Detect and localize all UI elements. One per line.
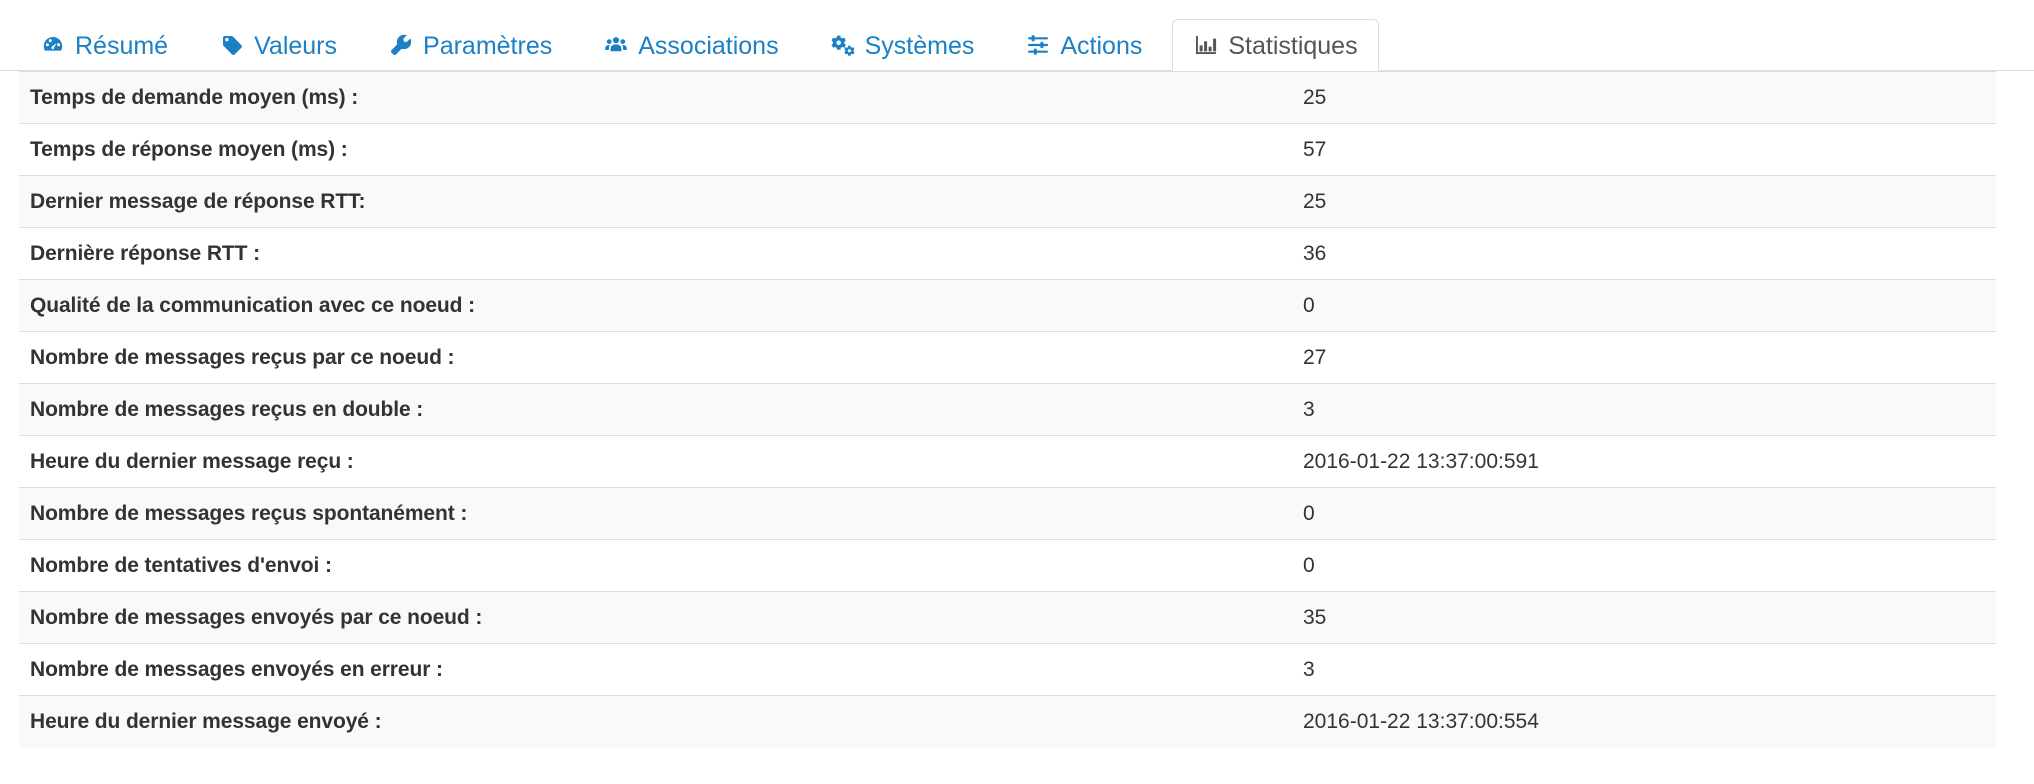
statistics-table-body: Temps de demande moyen (ms) :25 Temps de … xyxy=(19,71,1996,748)
tab-label: Systèmes xyxy=(864,31,975,60)
stat-label: Temps de réponse moyen (ms) : xyxy=(19,123,1292,176)
tab-bar: Résumé Valeurs Paramètres Associations Systè… xyxy=(0,0,2034,71)
sliders-icon xyxy=(1025,32,1051,58)
stat-value: 35 xyxy=(1292,591,1996,644)
table-row: Temps de demande moyen (ms) :25 xyxy=(19,71,1996,124)
table-row: Temps de réponse moyen (ms) :57 xyxy=(19,123,1996,176)
table-row: Dernier message de réponse RTT: 25 xyxy=(19,175,1996,228)
tab-label: Paramètres xyxy=(423,31,553,60)
table-row: Heure du dernier message envoyé :2016-01… xyxy=(19,695,1996,748)
table-row: Nombre de messages envoyés par ce noeud … xyxy=(19,591,1996,644)
tab-label: Résumé xyxy=(75,31,169,60)
stat-value: 3 xyxy=(1292,643,1996,696)
stat-label: Nombre de tentatives d'envoi : xyxy=(19,539,1292,592)
table-row: Nombre de tentatives d'envoi :0 xyxy=(19,539,1996,592)
stat-value: 3 xyxy=(1292,383,1996,436)
stat-label: Nombre de messages reçus spontanément : xyxy=(19,487,1292,540)
stat-value: 25 xyxy=(1292,71,1996,124)
users-icon xyxy=(603,32,629,58)
stat-label: Nombre de messages envoyés par ce noeud … xyxy=(19,591,1292,644)
tab-resume[interactable]: Résumé xyxy=(19,19,189,71)
stat-label: Heure du dernier message envoyé : xyxy=(19,695,1292,748)
cogs-icon xyxy=(830,32,856,58)
stat-value: 27 xyxy=(1292,331,1996,384)
tab-parametres[interactable]: Paramètres xyxy=(367,19,573,71)
table-row: Dernière réponse RTT :36 xyxy=(19,227,1996,280)
tab-label: Statistiques xyxy=(1228,31,1358,60)
stat-label: Nombre de messages envoyés en erreur : xyxy=(19,643,1292,696)
table-row: Nombre de messages envoyés en erreur :3 xyxy=(19,643,1996,696)
table-row: Nombre de messages reçus spontanément :0 xyxy=(19,487,1996,540)
table-row: Heure du dernier message reçu :2016-01-2… xyxy=(19,435,1996,488)
stat-value: 57 xyxy=(1292,123,1996,176)
tab-valeurs[interactable]: Valeurs xyxy=(198,19,358,71)
stat-label: Qualité de la communication avec ce noeu… xyxy=(19,279,1292,332)
tab-statistiques[interactable]: Statistiques xyxy=(1172,19,1379,71)
stat-value: 25 xyxy=(1292,175,1996,228)
stat-value: 0 xyxy=(1292,539,1996,592)
stat-label: Nombre de messages reçus par ce noeud : xyxy=(19,331,1292,384)
bar-chart-icon xyxy=(1193,32,1219,58)
statistics-panel: Temps de demande moyen (ms) :25 Temps de … xyxy=(19,71,1996,748)
dashboard-icon xyxy=(40,32,66,58)
tab-label: Associations xyxy=(638,31,779,60)
stat-value: 0 xyxy=(1292,487,1996,540)
tab-associations[interactable]: Associations xyxy=(582,19,799,71)
stat-value: 36 xyxy=(1292,227,1996,280)
stat-value: 2016-01-22 13:37:00:554 xyxy=(1292,695,1996,748)
tab-label: Valeurs xyxy=(254,31,338,60)
statistics-table: Temps de demande moyen (ms) :25 Temps de … xyxy=(19,71,1996,748)
statistics-page: Résumé Valeurs Paramètres Associations Systè… xyxy=(0,0,2034,784)
table-row: Nombre de messages reçus en double :3 xyxy=(19,383,1996,436)
tab-actions[interactable]: Actions xyxy=(1004,19,1163,71)
tab-systemes[interactable]: Systèmes xyxy=(809,19,996,71)
stat-label: Heure du dernier message reçu : xyxy=(19,435,1292,488)
stat-value: 2016-01-22 13:37:00:591 xyxy=(1292,435,1996,488)
tag-icon xyxy=(219,32,245,58)
stat-label: Temps de demande moyen (ms) : xyxy=(19,71,1292,124)
stat-label: Dernier message de réponse RTT: xyxy=(19,175,1292,228)
tab-label: Actions xyxy=(1060,31,1143,60)
stat-label: Dernière réponse RTT : xyxy=(19,227,1292,280)
wrench-icon xyxy=(388,32,414,58)
stat-label: Nombre de messages reçus en double : xyxy=(19,383,1292,436)
table-row: Nombre de messages reçus par ce noeud :2… xyxy=(19,331,1996,384)
table-row: Qualité de la communication avec ce noeu… xyxy=(19,279,1996,332)
stat-value: 0 xyxy=(1292,279,1996,332)
